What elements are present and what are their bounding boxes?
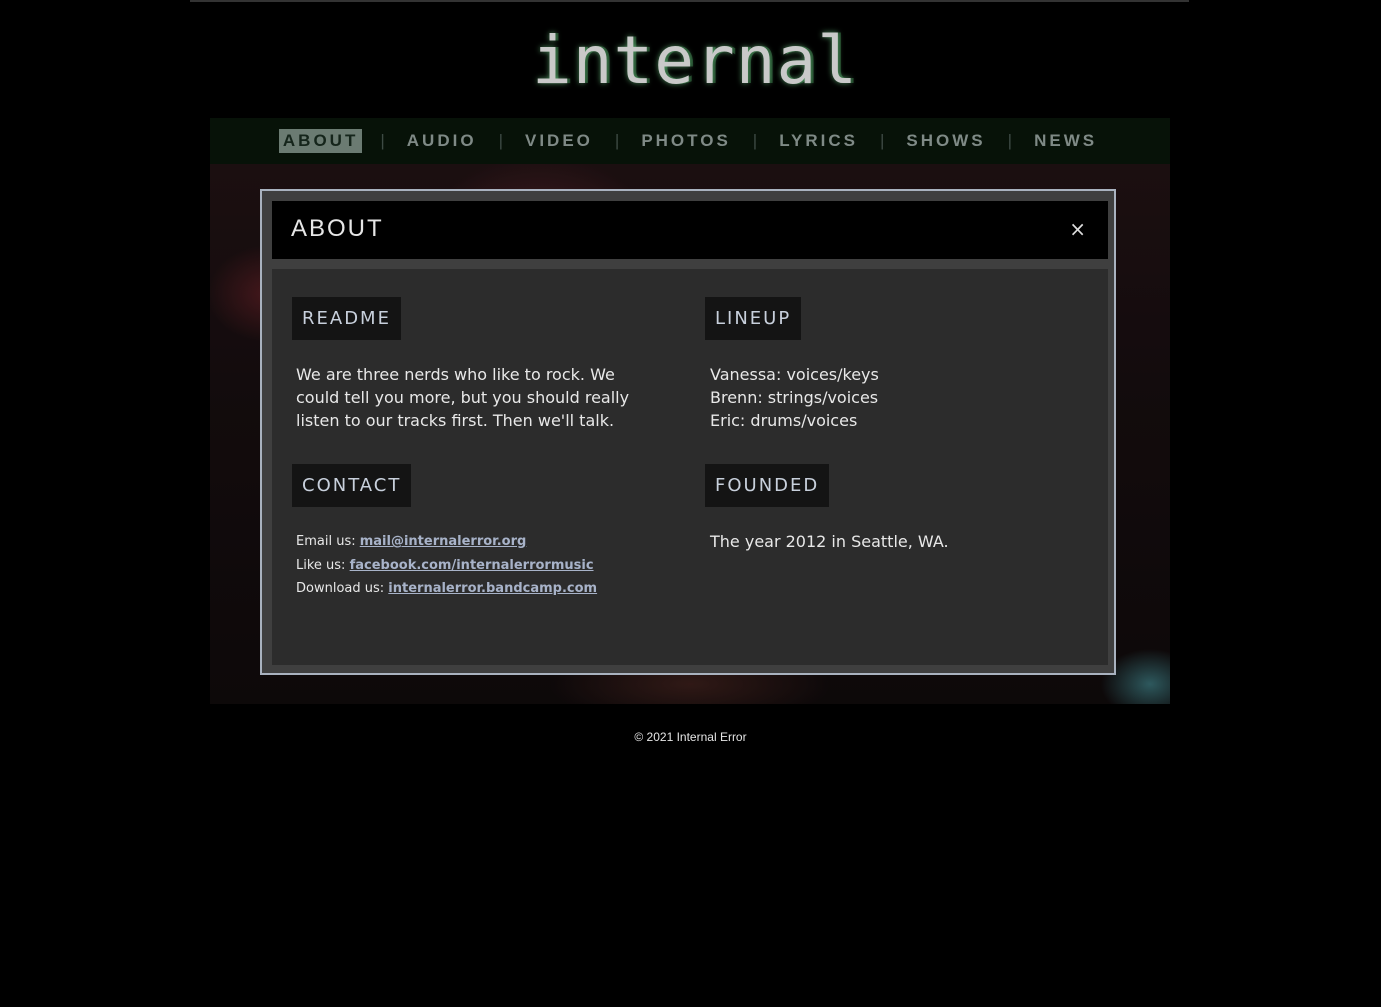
contact-label: Email us: xyxy=(296,534,356,549)
nav-item-news[interactable]: NEWS xyxy=(1030,129,1101,153)
founded-text: The year 2012 in Seattle, WA. xyxy=(710,532,949,551)
contact-email: Email us: mail@internalerror.org xyxy=(296,530,696,554)
nav-separator: | xyxy=(752,131,758,150)
lineup-member: Brenn: strings/voices xyxy=(710,388,879,407)
nav-item-lyrics[interactable]: LYRICS xyxy=(775,129,862,153)
top-rule xyxy=(190,0,1189,2)
lineup-member: Vanessa: voices/keys xyxy=(710,365,879,384)
modal-header: ABOUT × xyxy=(272,201,1108,259)
contact-list: Email us: mail@internalerror.org Like us… xyxy=(296,530,696,601)
nav-separator: | xyxy=(380,131,385,150)
site-logo[interactable]: internal error xyxy=(440,22,950,177)
nav-item-video[interactable]: VIDEO xyxy=(521,129,597,153)
email-link[interactable]: mail@internalerror.org xyxy=(360,534,527,549)
nav-item-about[interactable]: ABOUT xyxy=(278,129,363,153)
contact-label: Download us: xyxy=(296,581,385,596)
nav-separator: | xyxy=(1007,131,1013,150)
nav-separator: | xyxy=(614,131,620,150)
main-nav: ABOUT | AUDIO | VIDEO | PHOTOS | LYRICS … xyxy=(210,118,1170,164)
footer-copyright: © 2021 Internal Error xyxy=(634,730,747,744)
nav-item-audio[interactable]: AUDIO xyxy=(403,129,481,153)
nav-item-photos[interactable]: PHOTOS xyxy=(637,129,734,153)
contact-bandcamp: Download us: internalerror.bandcamp.com xyxy=(296,577,696,601)
nav-separator: | xyxy=(880,131,885,150)
contact-heading: CONTACT xyxy=(292,464,412,507)
facebook-link[interactable]: facebook.com/internalerrormusic xyxy=(350,558,594,573)
modal-title: ABOUT xyxy=(291,215,384,242)
close-icon[interactable]: × xyxy=(1069,217,1086,241)
about-modal: ABOUT × README We are three nerds who li… xyxy=(260,189,1116,675)
lineup-list: Vanessa: voices/keys Brenn: strings/voic… xyxy=(710,363,1070,432)
lineup-heading: LINEUP xyxy=(705,297,802,340)
lineup-member: Eric: drums/voices xyxy=(710,411,858,430)
nav-item-shows[interactable]: SHOWS xyxy=(902,129,989,153)
contact-facebook: Like us: facebook.com/internalerrormusic xyxy=(296,554,696,578)
contact-label: Like us: xyxy=(296,557,346,573)
modal-body: README We are three nerds who like to ro… xyxy=(272,269,1108,665)
founded-heading: FOUNDED xyxy=(705,464,830,507)
bandcamp-link[interactable]: internalerror.bandcamp.com xyxy=(388,581,597,596)
nav-separator: | xyxy=(498,131,503,150)
readme-text: We are three nerds who like to rock. We … xyxy=(296,365,630,430)
readme-heading: README xyxy=(292,297,401,340)
